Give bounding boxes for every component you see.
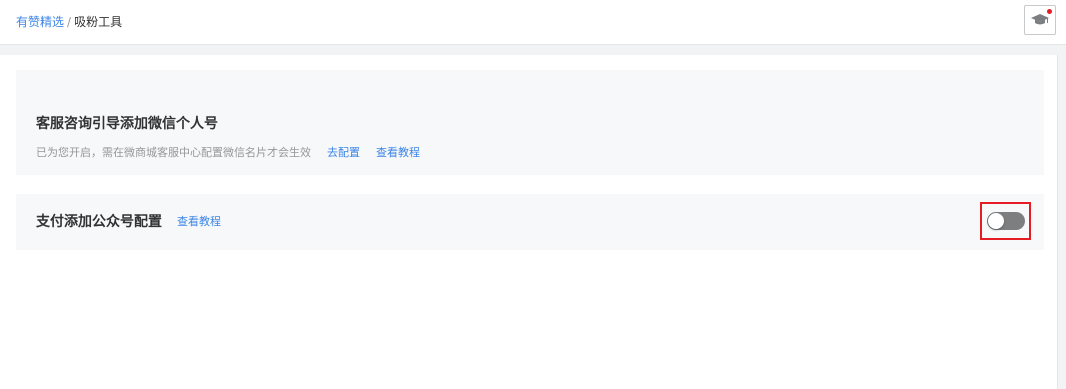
wechat-card-description-text: 已为您开启，需在微商城客服中心配置微信名片才会生效 (36, 146, 311, 159)
pay-card-title: 支付添加公众号配置 (36, 214, 162, 230)
graduation-cap-icon (1031, 14, 1049, 25)
wechat-contact-card: 客服咨询引导添加微信个人号 已为您开启，需在微商城客服中心配置微信名片才会生效 去… (16, 70, 1044, 175)
pay-follow-card: 支付添加公众号配置 查看教程 (16, 194, 1044, 250)
configure-link[interactable]: 去配置 (327, 146, 360, 159)
wechat-tutorial-link[interactable]: 查看教程 (376, 146, 420, 159)
pay-follow-switch[interactable] (987, 212, 1025, 230)
breadcrumb-current: 吸粉工具 (74, 15, 123, 29)
main-panel: 客服咨询引导添加微信个人号 已为您开启，需在微商城客服中心配置微信名片才会生效 去… (0, 55, 1058, 389)
wechat-card-description: 已为您开启，需在微商城客服中心配置微信名片才会生效 去配置 查看教程 (36, 146, 420, 160)
breadcrumb-root-link[interactable]: 有赞精选 (16, 15, 64, 29)
notification-dot (1047, 9, 1052, 14)
wechat-card-title: 客服咨询引导添加微信个人号 (36, 116, 218, 132)
top-bar: 有赞精选 / 吸粉工具 (0, 0, 1066, 45)
breadcrumb-separator: / (67, 15, 72, 29)
switch-knob (988, 213, 1004, 229)
pay-tutorial-link[interactable]: 查看教程 (177, 215, 221, 229)
breadcrumb: 有赞精选 / 吸粉工具 (16, 14, 122, 30)
switch-highlight-box (980, 202, 1031, 240)
help-button[interactable] (1024, 5, 1056, 35)
